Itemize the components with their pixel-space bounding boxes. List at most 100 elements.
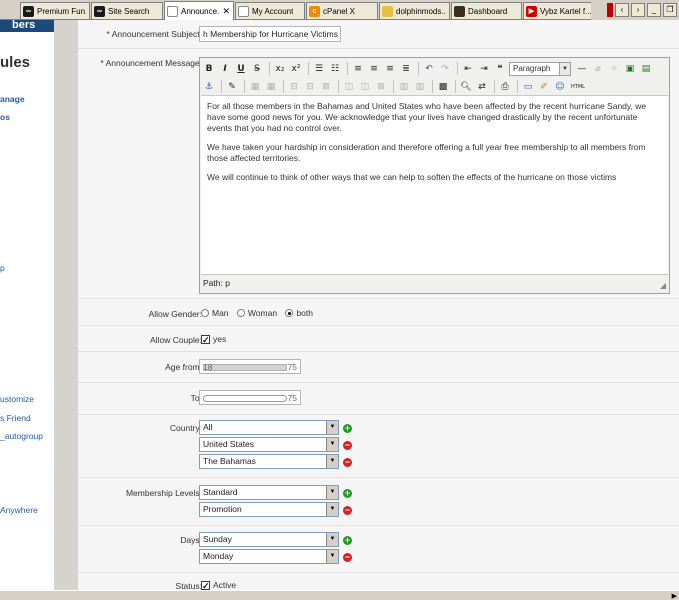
days-select-2[interactable]: Monday ▼ bbox=[199, 549, 339, 564]
sidebar-link-modules[interactable]: os bbox=[0, 112, 10, 122]
tab-label: Announce... bbox=[181, 6, 220, 16]
media-icon[interactable]: ▤ bbox=[639, 62, 653, 76]
delete-col-icon[interactable]: ⊠ bbox=[374, 80, 388, 94]
remove-country-icon[interactable]: − bbox=[343, 458, 352, 467]
align-right-icon[interactable]: ≡ bbox=[383, 62, 397, 76]
undo-icon[interactable]: ↶ bbox=[422, 62, 436, 76]
find-icon[interactable]: 🔍︎ bbox=[459, 80, 473, 94]
sidebar-link-autogroup[interactable]: _autogroup bbox=[0, 431, 43, 441]
subject-input[interactable]: h Membership for Hurricane Victims bbox=[199, 26, 341, 42]
add-day-icon[interactable]: + bbox=[343, 536, 352, 545]
youtube-icon: ▶ bbox=[526, 5, 537, 17]
clean-code-icon[interactable]: ✐ bbox=[537, 80, 551, 94]
toolbar-separator bbox=[347, 62, 348, 75]
editor-content[interactable]: For all those members in the Bahamas and… bbox=[201, 95, 668, 275]
align-center-icon[interactable]: ≡ bbox=[367, 62, 381, 76]
tab-label: cPanel X bbox=[323, 6, 356, 16]
remove-day-icon[interactable]: − bbox=[343, 553, 352, 562]
col-before-icon[interactable]: ◫ bbox=[342, 80, 356, 94]
country-select-1[interactable]: All ▼ bbox=[199, 420, 339, 435]
days-select-1[interactable]: Sunday ▼ bbox=[199, 532, 339, 547]
tab-dashboard[interactable]: Dashboard bbox=[451, 2, 522, 19]
radio-both[interactable] bbox=[285, 309, 294, 317]
bold-icon[interactable]: B bbox=[202, 62, 216, 76]
radio-both-label: both bbox=[296, 308, 313, 318]
tab-dolphinmods[interactable]: dolphinmods... bbox=[379, 2, 450, 19]
tab-announcements[interactable]: Announce... ✕ bbox=[164, 1, 234, 20]
split-cells-icon[interactable]: ▥ bbox=[397, 80, 411, 94]
gender-row: Allow Gender: Man Woman both bbox=[78, 299, 679, 326]
resize-grip-icon[interactable]: ◢ bbox=[660, 281, 666, 290]
remove-membership-icon[interactable]: − bbox=[343, 506, 352, 515]
country-select-3[interactable]: The Bahamas ▼ bbox=[199, 454, 339, 469]
add-country-icon[interactable]: + bbox=[343, 424, 352, 433]
numbered-list-icon[interactable]: ☷ bbox=[328, 62, 342, 76]
editor-toolbar-row-1: B I U S̶ x₂ x² ☰ ☷ ≡ ≡ ≡ ≣ ↶ ↷ ⇤ ⇥ ❝ Par… bbox=[202, 60, 655, 77]
strikethrough-icon[interactable]: S̶ bbox=[250, 62, 264, 76]
align-left-icon[interactable]: ≡ bbox=[351, 62, 365, 76]
add-membership-icon[interactable]: + bbox=[343, 489, 352, 498]
remove-format-icon[interactable]: ⌀ bbox=[591, 62, 605, 76]
sidebar-link-anywhere[interactable]: Anywhere bbox=[0, 505, 38, 515]
row-before-icon[interactable]: ⊟ bbox=[287, 80, 301, 94]
radio-woman[interactable] bbox=[236, 309, 245, 317]
radio-man[interactable] bbox=[201, 309, 209, 317]
indent-icon[interactable]: ⇥ bbox=[477, 62, 491, 76]
edit-html-icon[interactable]: ✎ bbox=[225, 80, 239, 94]
sidebar-link-customize[interactable]: ustomize bbox=[0, 394, 34, 404]
merge-cells-icon[interactable]: ▥ bbox=[413, 80, 427, 94]
tab-my-account[interactable]: My Account bbox=[235, 2, 305, 19]
subscript-icon[interactable]: x₂ bbox=[273, 62, 287, 76]
insert-image-icon[interactable]: ▣ bbox=[623, 62, 637, 76]
superscript-icon[interactable]: x² bbox=[289, 62, 303, 76]
remove-country-icon[interactable]: − bbox=[343, 441, 352, 450]
editor-toolbar-row-2: ⚓ ✎ ▦ ▦ ⊟ ⊟ ⊠ ◫ ◫ ⊠ ▥ ▥ ▩ 🔍︎ ⇄ ⎙ ▭ ✐ ☺ H… bbox=[202, 78, 589, 95]
fullscreen-icon[interactable]: ▭ bbox=[521, 80, 535, 94]
col-after-icon[interactable]: ◫ bbox=[358, 80, 372, 94]
anchor-icon[interactable]: ⚓ bbox=[202, 80, 216, 94]
tab-scroll-right-icon[interactable]: › bbox=[631, 3, 645, 17]
status-checkbox[interactable]: ✓ bbox=[201, 581, 210, 591]
sidebar-link-manage[interactable]: anage bbox=[0, 94, 25, 104]
outdent-icon[interactable]: ⇤ bbox=[461, 62, 475, 76]
age-to-slider[interactable]: 75 bbox=[199, 390, 301, 405]
age-from-slider[interactable]: 18 75 bbox=[199, 359, 301, 374]
emotions-icon[interactable]: ☺ bbox=[553, 80, 567, 94]
redo-icon[interactable]: ↷ bbox=[438, 62, 452, 76]
replace-icon[interactable]: ⇄ bbox=[475, 80, 489, 94]
print-icon[interactable]: ⎙ bbox=[498, 80, 512, 94]
country-select-2[interactable]: United States ▼ bbox=[199, 437, 339, 452]
horizontal-rule-icon[interactable]: — bbox=[575, 62, 589, 76]
blockquote-icon[interactable]: ❝ bbox=[493, 62, 507, 76]
italic-icon[interactable]: I bbox=[218, 62, 232, 76]
row-after-icon[interactable]: ⊟ bbox=[303, 80, 317, 94]
membership-select-2[interactable]: Promotion ▼ bbox=[199, 502, 339, 517]
tab-site-search[interactable]: ∞ Site Search bbox=[91, 2, 163, 19]
horizontal-scrollbar[interactable]: ▶ bbox=[0, 590, 679, 600]
tab-premium-fun[interactable]: ∞ Premium Fun... bbox=[20, 2, 90, 19]
align-justify-icon[interactable]: ≣ bbox=[399, 62, 413, 76]
underline-icon[interactable]: U bbox=[234, 62, 248, 76]
tab-vybz-kartel[interactable]: ▶ Vybz Kartel f... bbox=[523, 2, 595, 19]
visual-aid-icon[interactable]: ▩ bbox=[436, 80, 450, 94]
close-tab-icon[interactable]: ✕ bbox=[222, 6, 230, 17]
bullet-list-icon[interactable]: ☰ bbox=[312, 62, 326, 76]
sidebar-link-friends[interactable]: s Friend bbox=[0, 413, 31, 423]
table-props-icon[interactable]: ▦ bbox=[264, 80, 278, 94]
cleanup-icon[interactable]: ✧ bbox=[607, 62, 621, 76]
tab-cpanel[interactable]: c cPanel X bbox=[306, 2, 378, 19]
sidebar-link-group[interactable]: p bbox=[0, 263, 5, 273]
country-label: Country: bbox=[169, 423, 202, 433]
table-icon[interactable]: ▦ bbox=[248, 80, 262, 94]
tab-scroll-left-icon[interactable]: ‹ bbox=[615, 3, 629, 17]
radio-man-label: Man bbox=[212, 308, 229, 318]
membership-select-1[interactable]: Standard ▼ bbox=[199, 485, 339, 500]
announcement-form: * Announcement Subject: h Membership for… bbox=[78, 20, 679, 591]
minimize-icon[interactable]: _ bbox=[647, 3, 661, 17]
restore-icon[interactable]: ❐ bbox=[663, 3, 677, 17]
format-select[interactable]: Paragraph ▼ bbox=[509, 61, 571, 76]
html-source-icon[interactable]: HTML bbox=[569, 80, 587, 94]
delete-row-icon[interactable]: ⊠ bbox=[319, 80, 333, 94]
scroll-right-icon[interactable]: ▶ bbox=[672, 592, 677, 600]
couple-checkbox[interactable]: ✓ bbox=[201, 335, 210, 345]
